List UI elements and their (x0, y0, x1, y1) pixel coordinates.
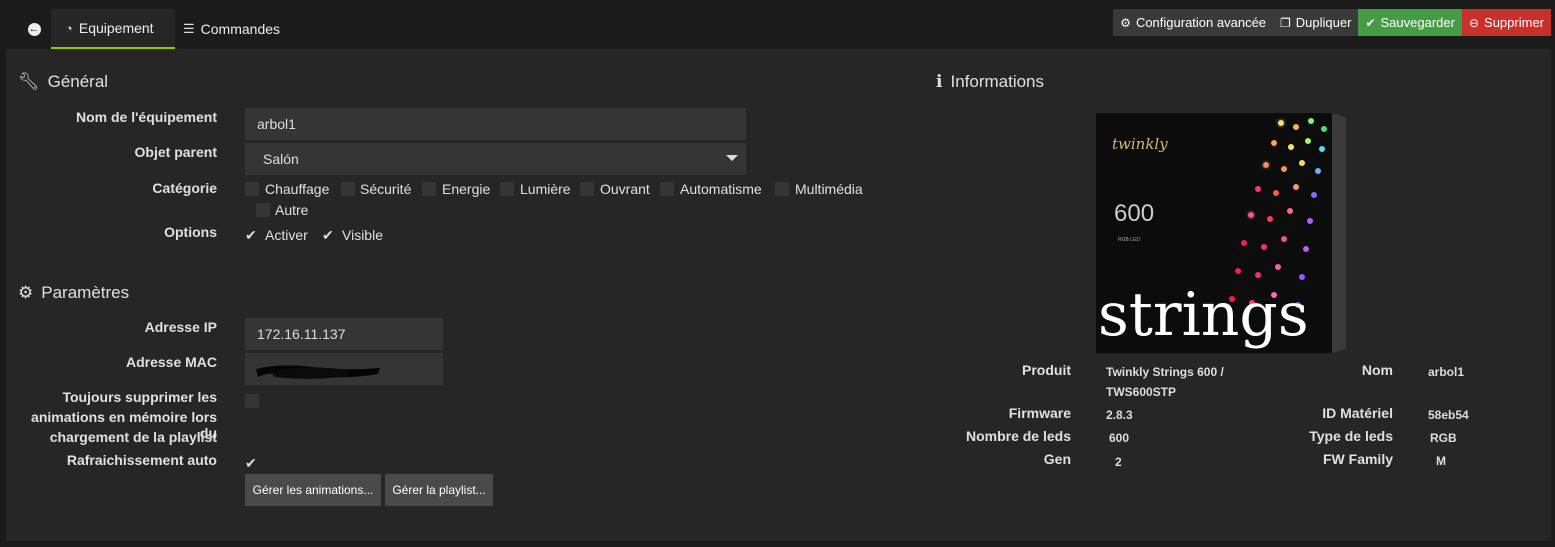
minus-circle-icon: ⊖ (1468, 15, 1480, 30)
general-section-title: 🔧︎ Général (18, 72, 108, 92)
name-label: Nom de l'équipement (75, 109, 217, 125)
duplicate-label: Dupliquer (1295, 15, 1352, 30)
refresh-label: Rafraichissement auto (66, 452, 217, 468)
category-label-item: Chauffage (265, 181, 330, 197)
box-count: 600 (1114, 200, 1154, 227)
tab-commands[interactable]: ☰ Commandes (175, 9, 285, 49)
info-leds-label: Nombre de leds (965, 428, 1071, 444)
save-button[interactable]: ✔ Sauvegarder (1358, 9, 1462, 36)
category-label-item: Lumière (520, 181, 571, 197)
category-label-item: Energie (442, 181, 491, 197)
info-hwid-value: 58eb54 (1428, 408, 1469, 422)
ip-input[interactable]: 172.16.11.137 (245, 318, 443, 350)
info-firmware-label: Firmware (1008, 405, 1071, 421)
tab-equipment-label: Equipement (78, 20, 154, 36)
category-label-item: Ouvrant (600, 181, 650, 197)
info-name-value: arbol1 (1428, 365, 1465, 379)
info-fwfamily-value: M (1436, 454, 1446, 468)
params-section-title: ⚙ Paramètres (18, 283, 129, 303)
tab-commands-label: Commandes (200, 21, 281, 37)
category-checkbox[interactable] (341, 182, 355, 196)
mac-label: Adresse MAC (125, 354, 217, 370)
visible-checkbox[interactable]: ✔ (322, 228, 334, 242)
delete-button[interactable]: ⊖ Supprimer (1461, 9, 1551, 36)
info-ledtype-label: Type de leds (1309, 428, 1393, 444)
advanced-config-label: Configuration avancée (1135, 15, 1267, 30)
parent-select[interactable]: Salón (245, 143, 746, 175)
copy-icon: ❐ (1280, 15, 1291, 30)
info-title-text: Informations (950, 72, 1045, 91)
mac-redaction (256, 365, 380, 379)
category-label-item: Multimédia (795, 181, 863, 197)
manage-animations-button[interactable]: Gérer les animations... (245, 474, 381, 506)
check-circle-icon: ✔ (1365, 15, 1376, 30)
info-leds-value: 600 (1109, 431, 1130, 445)
tab-equipment[interactable]: ◔ Equipement (51, 9, 175, 49)
category-checkbox[interactable] (580, 182, 594, 196)
params-title-text: Paramètres (41, 283, 130, 302)
cogs-icon: ⚙ (1120, 15, 1131, 30)
refresh-checkbox[interactable]: ✔ (245, 456, 257, 470)
info-name-label: Nom (1361, 362, 1393, 378)
info-ledtype-value: RGB (1430, 431, 1457, 445)
category-checkbox[interactable] (775, 182, 789, 196)
general-title-text: Général (47, 72, 109, 91)
wrench-icon: 🔧︎ (18, 72, 40, 91)
parent-label: Objet parent (134, 144, 217, 160)
list-icon: ☰ (183, 21, 195, 36)
box-product: strings (1098, 280, 1309, 350)
info-product-value-2: TWS600STP (1106, 385, 1177, 399)
category-label: Catégorie (152, 180, 217, 196)
delete-label: Supprimer (1484, 15, 1544, 30)
back-button[interactable]: ← (14, 14, 54, 44)
name-input[interactable]: arbol1 (245, 108, 746, 140)
category-label-item: Automatisme (680, 181, 762, 197)
category-checkbox[interactable] (245, 182, 259, 196)
info-product-value-1: Twinkly Strings 600 / (1106, 365, 1224, 379)
box-brand: twinkly (1112, 135, 1168, 153)
chevron-down-icon (726, 155, 738, 161)
info-firmware-value: 2.8.3 (1106, 408, 1133, 422)
info-gen-label: Gen (1043, 451, 1071, 467)
toolbar: ⚙ Configuration avancée ❐ Dupliquer ✔ Sa… (1113, 9, 1551, 36)
info-icon: i (936, 72, 943, 92)
info-section-title: i Informations (936, 72, 1044, 92)
enable-checkbox[interactable]: ✔ (245, 228, 257, 242)
duplicate-button[interactable]: ❐ Dupliquer (1273, 9, 1359, 36)
parent-select-value: Salón (263, 151, 299, 167)
product-image: twinkly 600 RGB LED strings (1096, 113, 1346, 353)
delete-anim-checkbox[interactable] (245, 394, 259, 408)
info-gen-value: 2 (1115, 455, 1122, 469)
info-product-label: Produit (1022, 362, 1071, 378)
box-subtitle: RGB LED (1118, 237, 1140, 243)
box-side (1332, 113, 1346, 353)
category-checkbox[interactable] (660, 182, 674, 196)
visible-label: Visible (342, 227, 383, 243)
ip-label: Adresse IP (144, 319, 217, 335)
category-checkbox[interactable] (500, 182, 514, 196)
category-label-item: Sécurité (360, 181, 412, 197)
options-label: Options (164, 224, 217, 240)
category-checkbox[interactable] (256, 203, 270, 217)
save-label: Sauvegarder (1380, 15, 1455, 30)
arrow-left-icon: ← (27, 22, 41, 36)
enable-label: Activer (265, 227, 308, 243)
advanced-config-button[interactable]: ⚙ Configuration avancée (1113, 9, 1274, 36)
delete-anim-label-3: chargement de la playlist (49, 429, 217, 445)
delete-anim-label-1: Toujours supprimer les (62, 389, 217, 405)
info-fwfamily-label: FW Family (1322, 451, 1393, 467)
manage-playlist-button[interactable]: Gérer la playlist... (385, 474, 493, 506)
cogs-icon: ⚙ (18, 283, 34, 302)
category-checkbox[interactable] (422, 182, 436, 196)
category-label-item: Autre (275, 202, 309, 218)
dashboard-icon: ◔ (65, 20, 73, 36)
top-bar: ← ◔ Equipement ☰ Commandes ⚙ Configurati… (0, 0, 1555, 49)
info-hwid-label: ID Matériel (1322, 405, 1393, 421)
